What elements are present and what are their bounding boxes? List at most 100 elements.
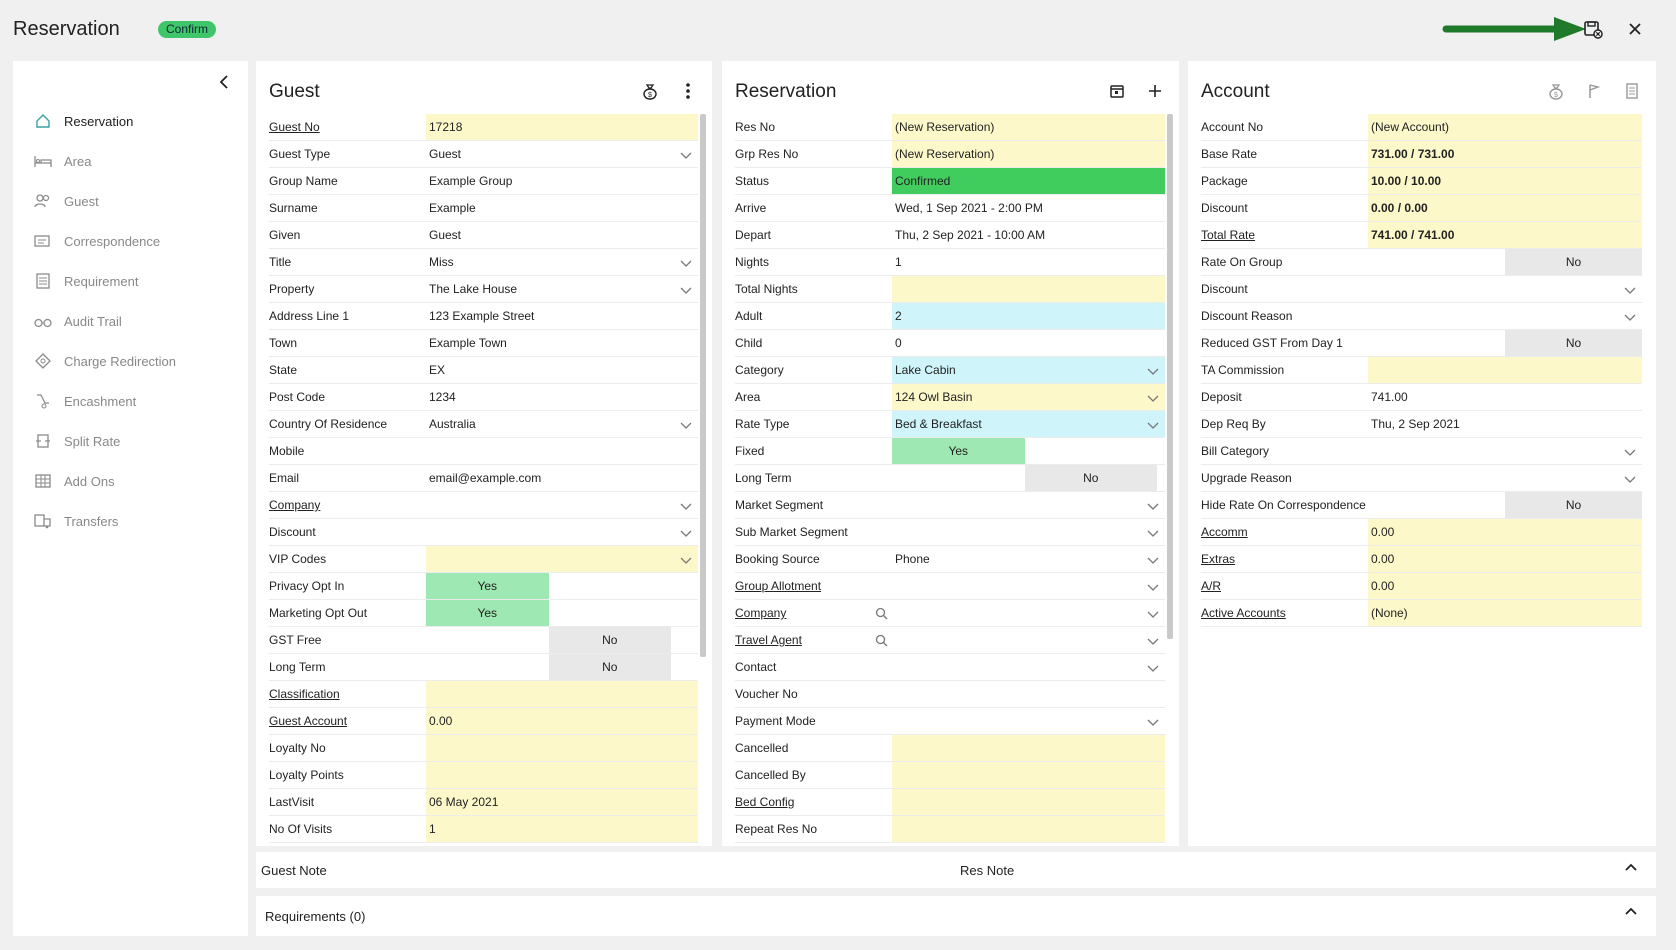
field-value[interactable] — [892, 708, 1165, 734]
field-value[interactable]: Bed & Breakfast — [892, 411, 1165, 437]
field-value[interactable] — [892, 519, 1165, 545]
field-value[interactable] — [892, 627, 1165, 653]
field-value[interactable] — [426, 546, 698, 572]
sidebar-item-requirement[interactable]: Requirement — [13, 261, 248, 301]
requirements-bar[interactable]: Requirements (0) — [256, 896, 1656, 936]
field-value[interactable] — [426, 492, 698, 518]
toggle-rate-on-group[interactable]: No — [1505, 249, 1642, 275]
chevron-down-icon[interactable] — [1147, 608, 1159, 618]
field-value[interactable]: Phone — [892, 546, 1165, 572]
field-label[interactable]: Extras — [1201, 552, 1371, 566]
chevron-down-icon[interactable] — [680, 419, 692, 429]
field-label[interactable]: Guest No — [269, 120, 439, 134]
guest-scrollbar[interactable] — [700, 114, 706, 657]
sidebar-item-correspondence[interactable]: Correspondence — [13, 221, 248, 261]
field-value[interactable] — [1368, 465, 1642, 491]
sidebar-item-transfers[interactable]: Transfers — [13, 501, 248, 541]
toggle-long-term[interactable]: No — [1024, 465, 1157, 491]
chevron-down-icon[interactable] — [1624, 284, 1636, 294]
chevron-down-icon[interactable] — [680, 554, 692, 564]
chevron-down-icon[interactable] — [680, 500, 692, 510]
account-row-hide-rate-on-correspondence: Hide Rate On Correspondence No — [1201, 492, 1642, 519]
field-label[interactable]: Company — [269, 498, 439, 512]
notes-bar[interactable]: Guest Note Res Note — [256, 852, 1656, 888]
field-label[interactable]: Accomm — [1201, 525, 1371, 539]
field-value[interactable] — [426, 519, 698, 545]
chevron-up-icon[interactable] — [1624, 862, 1638, 872]
chevron-down-icon[interactable] — [680, 527, 692, 537]
chevron-down-icon[interactable] — [680, 149, 692, 159]
chevron-down-icon[interactable] — [1147, 554, 1159, 564]
chevron-down-icon[interactable] — [1147, 581, 1159, 591]
toggle-fixed[interactable]: Yes — [892, 438, 1025, 464]
field-value[interactable] — [1368, 276, 1642, 302]
field-value: 0.00 — [1368, 546, 1642, 572]
chevron-down-icon[interactable] — [1624, 311, 1636, 321]
toggle-privacy-opt-in[interactable]: Yes — [426, 573, 549, 599]
receipt-icon[interactable] — [1622, 81, 1642, 101]
field-value[interactable]: Guest — [426, 141, 698, 167]
reservation-scrollbar[interactable] — [1167, 114, 1173, 639]
reservation-row-grp-res-no: Grp Res No (New Reservation) — [735, 141, 1165, 168]
calendar-icon[interactable] — [1107, 81, 1127, 101]
chevron-down-icon[interactable] — [1147, 716, 1159, 726]
toggle-hide-rate-on-correspondence[interactable]: No — [1505, 492, 1642, 518]
more-options-icon[interactable] — [678, 81, 698, 101]
field-value — [1368, 357, 1642, 383]
chevron-up-icon[interactable] — [1624, 906, 1638, 916]
chevron-down-icon[interactable] — [680, 257, 692, 267]
chevron-down-icon[interactable] — [680, 284, 692, 294]
chevron-down-icon[interactable] — [1147, 635, 1159, 645]
search-icon[interactable] — [875, 634, 888, 647]
field-label[interactable]: Group Allotment — [735, 579, 905, 593]
sidebar-item-encashment[interactable]: Encashment — [13, 381, 248, 421]
field-value[interactable] — [892, 573, 1165, 599]
guest-row-group-name: Group Name Example Group — [269, 168, 698, 195]
toggle-reduced-gst-from-day-1[interactable]: No — [1505, 330, 1642, 356]
chevron-down-icon[interactable] — [1624, 473, 1636, 483]
field-value[interactable]: The Lake House — [426, 276, 698, 302]
toggle-long-term[interactable]: No — [548, 654, 671, 680]
sidebar-item-guest[interactable]: Guest — [13, 181, 248, 221]
close-icon[interactable] — [1624, 18, 1646, 40]
sidebar-item-area[interactable]: Area — [13, 141, 248, 181]
sidebar-item-charge-redirection[interactable]: Charge Redirection — [13, 341, 248, 381]
money-bag-icon[interactable]: $ — [1546, 81, 1566, 101]
field-value[interactable] — [1368, 303, 1642, 329]
chevron-down-icon[interactable] — [1624, 446, 1636, 456]
add-icon[interactable] — [1145, 81, 1165, 101]
field-value[interactable] — [892, 654, 1165, 680]
sidebar-item-audit-trail[interactable]: Audit Trail — [13, 301, 248, 341]
field-label[interactable]: Guest Account — [269, 714, 439, 728]
field-label[interactable]: Classification — [269, 687, 439, 701]
chevron-down-icon[interactable] — [1147, 500, 1159, 510]
chevron-down-icon[interactable] — [1147, 365, 1159, 375]
field-value[interactable]: Lake Cabin — [892, 357, 1165, 383]
field-value[interactable] — [892, 492, 1165, 518]
flag-icon[interactable] — [1584, 81, 1604, 101]
field-value[interactable]: Miss — [426, 249, 698, 275]
sidebar-item-reservation[interactable]: Reservation — [13, 101, 248, 141]
account-row-upgrade-reason: Upgrade Reason — [1201, 465, 1642, 492]
field-value[interactable] — [892, 600, 1165, 626]
sidebar-item-add-ons[interactable]: Add Ons — [13, 461, 248, 501]
chevron-down-icon[interactable] — [1147, 419, 1159, 429]
sidebar-item-split-rate[interactable]: Split Rate — [13, 421, 248, 461]
field-label[interactable]: Bed Config — [735, 795, 905, 809]
collapse-sidebar-icon[interactable] — [216, 73, 234, 91]
field-value[interactable]: Australia — [426, 411, 698, 437]
field-value[interactable]: 124 Owl Basin — [892, 384, 1165, 410]
chevron-down-icon[interactable] — [1147, 662, 1159, 672]
search-icon[interactable] — [875, 607, 888, 620]
chevron-down-icon[interactable] — [1147, 527, 1159, 537]
field-label[interactable]: A/R — [1201, 579, 1371, 593]
save-reservation-icon[interactable] — [1582, 18, 1604, 40]
field-value — [892, 276, 1165, 302]
toggle-marketing-opt-out[interactable]: Yes — [426, 600, 549, 626]
field-value[interactable] — [1368, 438, 1642, 464]
field-label[interactable]: Active Accounts — [1201, 606, 1371, 620]
field-label[interactable]: Total Rate — [1201, 228, 1371, 242]
toggle-gst-free[interactable]: No — [548, 627, 671, 653]
chevron-down-icon[interactable] — [1147, 392, 1159, 402]
money-bag-icon[interactable]: $ — [640, 81, 660, 101]
